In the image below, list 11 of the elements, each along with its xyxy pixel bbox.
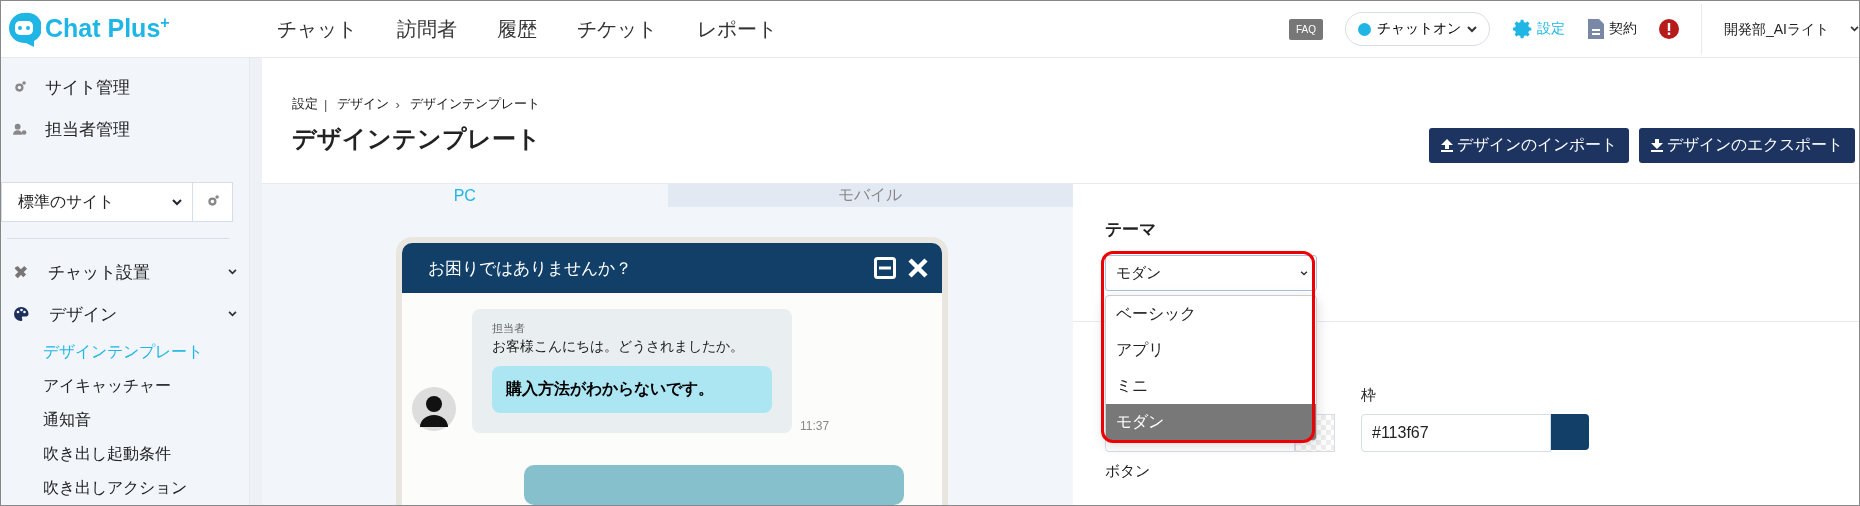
sender-name: 担当者 bbox=[492, 321, 526, 336]
page-title: デザインテンプレート bbox=[292, 124, 541, 154]
chat-title: お困りではありませんか？ bbox=[428, 257, 633, 280]
theme-label: テーマ bbox=[1105, 219, 1157, 241]
message-text: お客様こんにちは。どうされましたか。 bbox=[492, 338, 745, 356]
breadcrumb-separator: | bbox=[324, 96, 328, 112]
field-label: 枠 bbox=[1361, 386, 1377, 405]
breadcrumb-separator: › bbox=[395, 96, 400, 112]
logo-text: Chat Plus$^{+}$ bbox=[45, 14, 170, 44]
section-label: ボタン bbox=[1105, 462, 1151, 481]
message-time: 11:37 bbox=[800, 419, 830, 433]
